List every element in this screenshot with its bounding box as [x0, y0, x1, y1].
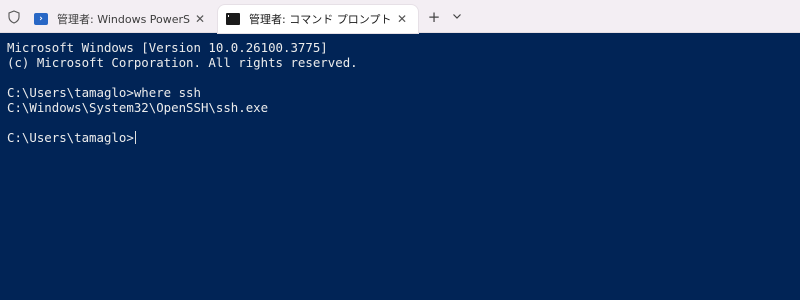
shield-icon — [5, 8, 23, 26]
chevron-down-icon[interactable] — [449, 9, 465, 27]
tab-bar: › 管理者: Windows PowerShell ✕ 管理者: コマンド プロ… — [0, 0, 800, 33]
output-line: (c) Microsoft Corporation. All rights re… — [7, 55, 358, 70]
tab-command-prompt[interactable]: 管理者: コマンド プロンプト ✕ — [218, 5, 418, 33]
new-tab-button[interactable]: + — [425, 9, 443, 27]
tab-title: 管理者: コマンド プロンプト — [249, 13, 392, 26]
close-icon[interactable]: ✕ — [392, 12, 412, 26]
close-icon[interactable]: ✕ — [190, 12, 210, 26]
output-line: Microsoft Windows [Version 10.0.26100.37… — [7, 40, 328, 55]
prompt-text: C:\Users\tamaglo> — [7, 130, 134, 145]
tab-powershell[interactable]: › 管理者: Windows PowerShell ✕ — [26, 5, 216, 33]
powershell-icon: › — [34, 13, 48, 25]
text-cursor — [134, 131, 136, 144]
command-line: C:\Users\tamaglo>where ssh — [7, 85, 201, 100]
terminal-window: › 管理者: Windows PowerShell ✕ 管理者: コマンド プロ… — [0, 0, 800, 300]
command-prompt-icon — [226, 13, 240, 25]
prompt-line[interactable]: C:\Users\tamaglo> — [7, 130, 800, 145]
tab-title: 管理者: Windows PowerShell — [57, 13, 190, 26]
output-line: C:\Windows\System32\OpenSSH\ssh.exe — [7, 100, 269, 115]
terminal-output[interactable]: Microsoft Windows [Version 10.0.26100.37… — [0, 34, 800, 300]
